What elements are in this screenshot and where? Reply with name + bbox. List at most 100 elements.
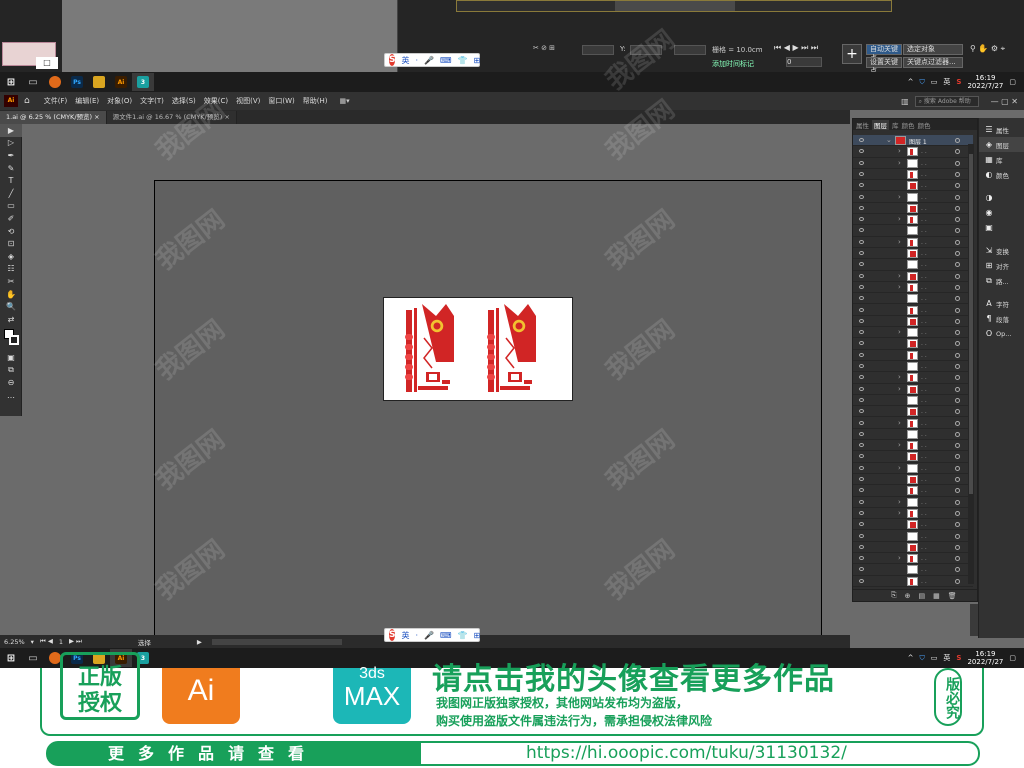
artwork-preview[interactable] — [383, 297, 573, 401]
target-circle-icon[interactable] — [955, 251, 960, 256]
layer-sublayer-row[interactable]: . . — [853, 338, 973, 350]
zoom-tool-icon[interactable]: 🔍 — [0, 300, 22, 313]
target-circle-icon[interactable] — [955, 578, 960, 584]
footer-headline[interactable]: 请点击我的头像查看更多作品 — [432, 654, 835, 698]
visibility-eye-icon[interactable] — [859, 556, 864, 561]
expand-chevron-icon[interactable]: › — [898, 193, 901, 201]
visibility-eye-icon[interactable] — [859, 443, 864, 448]
ime-skin-icon[interactable]: 👕 — [458, 631, 468, 640]
target-circle-icon[interactable] — [955, 488, 960, 494]
target-circle-icon[interactable] — [955, 194, 960, 200]
layer-sublayer-row[interactable]: . . — [853, 259, 973, 271]
target-circle-icon[interactable] — [955, 239, 960, 245]
layer-sublayer-row[interactable]: › . . — [853, 463, 973, 474]
tab-color[interactable]: 颜色 — [902, 120, 915, 130]
visibility-eye-icon[interactable] — [859, 183, 864, 188]
expand-chevron-icon[interactable]: ⌄ — [886, 136, 892, 144]
clipping-mask-icon[interactable]: ▤ — [918, 592, 925, 600]
timeline-bar[interactable] — [456, 0, 892, 12]
expand-chevron-icon[interactable]: › — [898, 441, 901, 449]
layer-sublayer-row[interactable]: . . — [853, 305, 973, 316]
layer-sublayer-row[interactable]: › . . — [853, 282, 973, 294]
dock-item[interactable]: ▣ — [979, 220, 1024, 235]
tab-doc-2[interactable]: 源文件1.ai @ 16.67 % (CMYK/预览) × — [106, 111, 237, 124]
task-view-icon[interactable]: ▭ — [22, 649, 44, 667]
visibility-eye-icon[interactable] — [859, 386, 864, 391]
visibility-eye-icon[interactable] — [859, 341, 864, 346]
expand-chevron-icon[interactable]: › — [898, 385, 901, 393]
scale-tool-icon[interactable]: ⊡ — [0, 237, 22, 250]
menu-file[interactable]: 文件(F) — [40, 96, 72, 106]
layer-sublayer-row[interactable]: › . . — [853, 372, 973, 384]
home-icon[interactable]: ⌂ — [24, 96, 30, 106]
visibility-eye-icon[interactable] — [859, 544, 864, 549]
expand-chevron-icon[interactable]: › — [898, 509, 901, 517]
layer-sublayer-row[interactable]: . . — [853, 485, 973, 497]
visibility-eye-icon[interactable] — [859, 397, 864, 402]
tray-sogou-icon[interactable]: S — [956, 78, 961, 86]
line-tool-icon[interactable]: ╱ — [0, 187, 22, 200]
tray-shield-icon[interactable]: ⛉ — [920, 78, 925, 87]
visibility-eye-icon[interactable] — [859, 239, 864, 244]
dock-item[interactable]: O Op... — [979, 326, 1024, 341]
visibility-eye-icon[interactable] — [859, 477, 864, 481]
locate-object-icon[interactable]: ⊕ — [905, 592, 911, 600]
delete-layer-icon[interactable]: 🗑 — [948, 592, 957, 600]
workspace-switcher-icon[interactable]: ▦▾ — [340, 97, 350, 105]
visibility-eye-icon[interactable] — [859, 567, 864, 572]
target-circle-icon[interactable] — [955, 149, 960, 155]
tray-sogou-icon[interactable]: S — [956, 654, 961, 662]
notification-icon[interactable]: ▢ — [1009, 78, 1016, 86]
layer-sublayer-row[interactable]: . . — [853, 203, 973, 215]
visibility-eye-icon[interactable] — [859, 364, 864, 368]
pencil-tool-icon[interactable]: ✎ — [0, 162, 22, 175]
collect-export-icon[interactable]: ⎘ — [891, 591, 897, 600]
tab-library[interactable]: 库 — [892, 120, 899, 130]
visibility-eye-icon[interactable] — [859, 375, 864, 380]
type-tool-icon[interactable]: T — [0, 174, 22, 187]
layer-sublayer-row[interactable]: › . . — [853, 497, 973, 508]
target-circle-icon[interactable] — [955, 341, 960, 347]
target-circle-icon[interactable] — [955, 364, 960, 369]
layer-sublayer-row[interactable]: . . — [853, 531, 973, 542]
target-circle-icon[interactable] — [955, 330, 960, 336]
layer-sublayer-row[interactable]: . . — [853, 350, 973, 361]
expand-chevron-icon[interactable]: › — [898, 498, 901, 506]
expand-chevron-icon[interactable]: › — [898, 238, 901, 246]
target-circle-icon[interactable] — [955, 567, 960, 573]
visibility-eye-icon[interactable] — [859, 522, 864, 527]
target-circle-icon[interactable] — [955, 443, 960, 449]
tab-doc-1[interactable]: 1.ai @ 6.25 % (CMYK/预览) × — [0, 111, 107, 124]
ime-punct[interactable]: · — [415, 631, 418, 640]
target-circle-icon[interactable] — [955, 284, 960, 290]
dock-item[interactable]: ◉ — [979, 205, 1024, 220]
dock-item[interactable]: ⊞ 对齐 — [979, 258, 1024, 273]
ime-skin-icon[interactable]: 👕 — [458, 56, 468, 65]
visibility-eye-icon[interactable] — [859, 409, 864, 414]
ime-menu-icon[interactable]: ⊞ — [474, 56, 481, 65]
key-filter-button[interactable]: 关键点过滤器... — [903, 57, 963, 68]
ime-menu-icon[interactable]: ⊞ — [474, 631, 481, 640]
target-circle-icon[interactable] — [955, 138, 960, 143]
visibility-eye-icon[interactable] — [859, 262, 864, 267]
artboard[interactable] — [154, 180, 822, 640]
ime-keyboard-icon[interactable]: ⌨ — [440, 56, 452, 65]
draw-mode-icon[interactable]: ▣ — [0, 352, 22, 365]
nav-icons[interactable]: ⚲ ✋ ⚙ ⌖ — [970, 44, 1005, 54]
start-icon[interactable]: ⊞ — [0, 73, 22, 91]
target-circle-icon[interactable] — [955, 499, 960, 505]
visibility-eye-icon[interactable] — [859, 296, 864, 301]
menu-object[interactable]: 对象(O) — [103, 96, 136, 106]
tray-network-icon[interactable]: ▭ — [931, 654, 938, 662]
target-circle-icon[interactable] — [955, 465, 960, 471]
layer-sublayer-row[interactable]: › . . — [853, 418, 973, 429]
layer-sublayer-row[interactable]: › . . — [853, 237, 973, 248]
horizontal-scrollbar[interactable] — [211, 638, 342, 645]
layer-list[interactable]: ⌄ 图层 1 › . . › . . . . . . › . . . . › . . . . › . . . .… — [853, 135, 973, 589]
search-help-input[interactable]: ⌕ 搜索 Adobe 帮助 — [914, 95, 979, 107]
target-circle-icon[interactable] — [955, 217, 960, 223]
visibility-eye-icon[interactable] — [859, 228, 864, 233]
set-keyframe-button[interactable]: 设置关键点 — [866, 57, 902, 75]
selection-tool-icon[interactable]: ▶ — [0, 124, 22, 137]
visibility-eye-icon[interactable] — [859, 510, 864, 515]
